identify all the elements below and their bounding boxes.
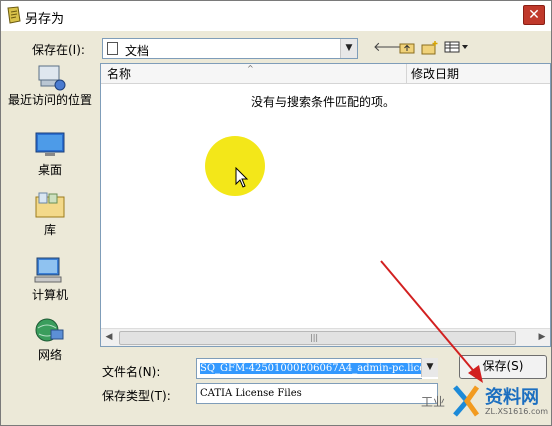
back-button[interactable]: 🡐 [373, 40, 408, 56]
computer-icon [33, 256, 67, 286]
column-date-label: 修改日期 [411, 67, 460, 81]
save-in-value: 文档 [125, 44, 150, 58]
empty-message: 没有与搜索条件匹配的项。 [251, 95, 396, 109]
red-annotation-arrow [380, 260, 483, 383]
chevron-down-icon[interactable]: ▼ [340, 39, 357, 58]
place-network-label: 网络 [37, 348, 62, 362]
filename-label: 文件名(N): [102, 365, 161, 379]
recent-places-icon [33, 63, 67, 93]
place-computer[interactable]: 计算机 [7, 256, 93, 303]
place-library-label: 库 [43, 223, 56, 237]
close-button[interactable]: ✕ [523, 5, 545, 25]
up-folder-button[interactable] [397, 40, 417, 56]
column-header-date[interactable]: 修改日期 [407, 64, 550, 84]
new-folder-icon [421, 41, 438, 55]
watermark-title: 资料网 [485, 387, 539, 408]
scroll-left-icon[interactable]: ◀ [101, 329, 117, 346]
column-name-label: 名称 [107, 67, 132, 81]
filetype-label: 保存类型(T): [102, 389, 171, 403]
close-icon: ✕ [528, 7, 540, 23]
place-network[interactable]: 网络 [7, 316, 93, 363]
watermark-side-text: 工业 [421, 395, 446, 409]
column-header-name[interactable]: 名称 ^ [101, 64, 407, 84]
place-recent-label: 最近访问的位置 [7, 93, 92, 107]
view-menu-button[interactable] [443, 40, 471, 56]
place-library[interactable]: 库 [7, 191, 93, 238]
desktop-icon [33, 131, 67, 161]
app-icon [7, 6, 21, 24]
place-desktop[interactable]: 桌面 [7, 131, 93, 178]
dialog-title: 另存为 [25, 12, 65, 27]
watermark: 工业 资料网 ZL.XS1616.com [421, 381, 551, 425]
title-bar: 另存为 ✕ [1, 1, 551, 31]
filetype-value: CATIA License Files [200, 388, 302, 399]
save-as-dialog: 另存为 ✕ 保存在(I): 文档 ▼ 🡐 最近访问的位置 桌面 库 计算机 网络… [0, 0, 552, 426]
place-computer-label: 计算机 [31, 288, 68, 302]
network-icon [33, 316, 67, 346]
save-in-label: 保存在(I): [32, 43, 85, 57]
new-folder-button[interactable] [420, 40, 440, 56]
scroll-right-icon[interactable]: ▶ [534, 329, 550, 346]
watermark-url: ZL.XS1616.com [485, 407, 549, 416]
up-folder-icon [399, 43, 415, 54]
documents-folder-icon [107, 42, 118, 55]
mouse-cursor-icon [235, 167, 249, 188]
grip-icon: ||| [310, 333, 319, 342]
place-recent[interactable]: 最近访问的位置 [7, 63, 93, 108]
save-in-dropdown[interactable]: 文档 ▼ [102, 38, 358, 59]
view-grid-icon [444, 41, 468, 53]
places-bar: 最近访问的位置 桌面 库 计算机 网络 [7, 61, 93, 371]
place-desktop-label: 桌面 [37, 163, 62, 177]
watermark-logo-icon [453, 385, 480, 417]
sort-ascending-icon: ^ [247, 64, 254, 73]
library-icon [33, 191, 67, 221]
